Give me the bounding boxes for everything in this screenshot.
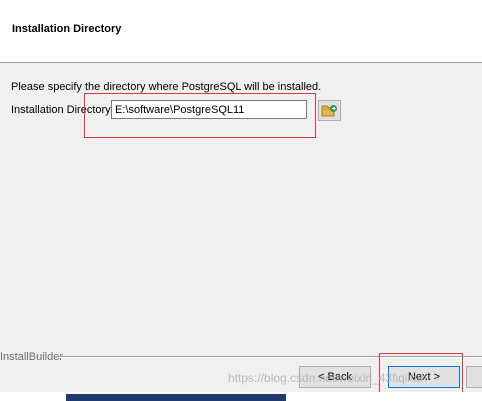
browse-folder-button[interactable]	[318, 100, 341, 121]
bottom-banner-graphic	[66, 394, 286, 401]
watermark-text: https://blog.csdn.net/weixin_43fiqiifan	[228, 371, 427, 385]
installbuilder-brand: InstallBuilder	[0, 351, 63, 363]
instruction-text: Please specify the directory where Postg…	[11, 81, 322, 93]
header-panel: Installation Directory	[0, 0, 482, 63]
cancel-button-edge[interactable]	[466, 366, 482, 388]
path-highlight-box	[84, 93, 316, 138]
page-title: Installation Directory	[12, 23, 122, 35]
folder-browse-icon	[321, 105, 337, 117]
